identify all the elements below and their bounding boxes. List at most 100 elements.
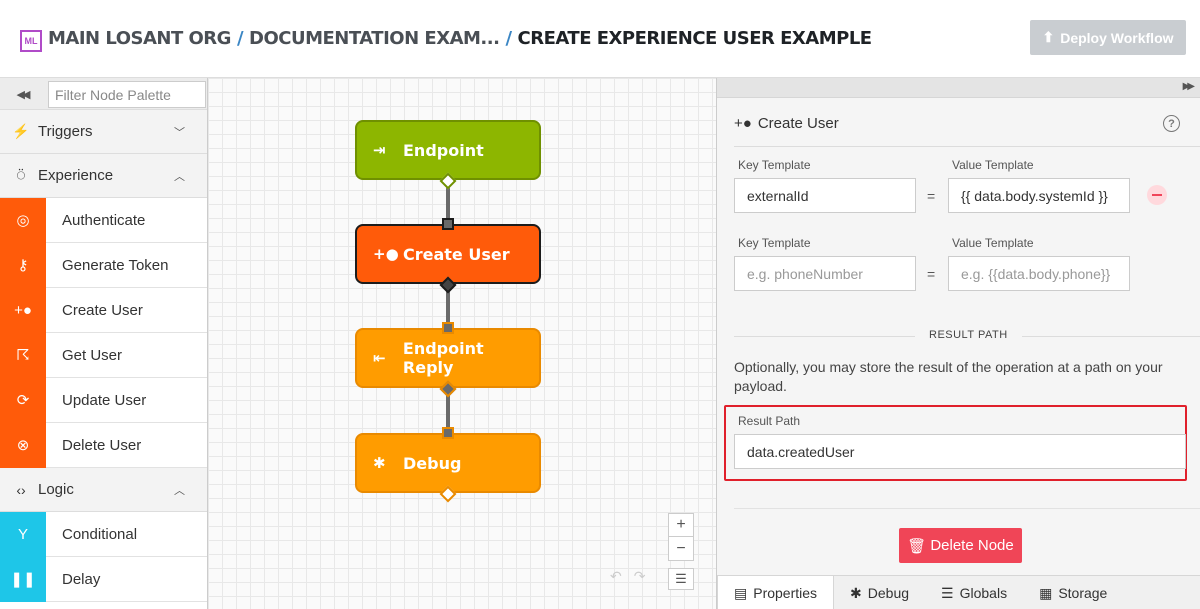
palette-node-generate-token[interactable]: ⚷ Generate Token <box>0 242 207 288</box>
category-experience[interactable]: ⍥ Experience ︿ <box>0 154 207 198</box>
zoom-out-button[interactable]: − <box>669 537 693 560</box>
user-plus-icon: +● <box>0 287 46 333</box>
trash-icon: 🗑 <box>907 537 927 555</box>
breadcrumb-separator: / <box>236 28 244 49</box>
palette-node-label: Delete User <box>62 436 142 454</box>
category-logic[interactable]: ‹› Logic ︿ <box>0 468 207 512</box>
workflow-node-label: Debug <box>403 453 462 473</box>
list-icon: ☰ <box>941 584 954 601</box>
breadcrumb: MAIN LOSANT ORG / DOCUMENTATION EXAM... … <box>48 28 872 49</box>
chevron-down-icon: ﹀ <box>174 127 185 139</box>
palette-toolbar: ◀◀ <box>0 78 207 110</box>
tab-storage[interactable]: ▦ Storage <box>1023 576 1123 609</box>
document-icon: ▤ <box>734 584 748 601</box>
palette-node-get-user[interactable]: ☈ Get User <box>0 332 207 378</box>
redo-icon[interactable]: ↷ <box>634 568 646 585</box>
palette-node-label: Generate Token <box>62 256 169 274</box>
panel-title-text: Create User <box>757 115 839 132</box>
workflow-node-endpoint-reply[interactable]: ⇤ Endpoint Reply <box>355 328 541 388</box>
key-template-input[interactable] <box>734 178 916 213</box>
key-template-label: Key Template <box>738 236 811 250</box>
chevron-up-icon: ︿ <box>174 171 185 183</box>
canvas-menu-icon[interactable]: ☰ <box>668 568 694 590</box>
help-icon[interactable]: ? <box>1163 115 1180 132</box>
category-label: Experience <box>38 167 114 184</box>
result-path-section-title: RESULT PATH <box>915 329 1022 341</box>
input-port[interactable] <box>442 427 454 439</box>
panel-toolbar: ▶▶ <box>717 78 1200 98</box>
remove-row-button[interactable] <box>1147 185 1167 205</box>
filter-node-palette-input[interactable] <box>48 81 206 108</box>
tab-properties[interactable]: ▤ Properties <box>717 576 835 609</box>
fingerprint-icon: ◎ <box>0 197 46 243</box>
palette-node-label: Authenticate <box>62 211 146 229</box>
category-label: Logic <box>38 481 74 498</box>
upload-icon: ⬆ <box>1042 29 1055 45</box>
tab-globals[interactable]: ☰ Globals <box>925 576 1023 609</box>
workflow-canvas[interactable]: ⇥ Endpoint +● Create User ⇤ Endpoint Rep… <box>208 78 716 609</box>
tab-label: Globals <box>959 585 1008 601</box>
palette-node-label: Conditional <box>62 525 138 543</box>
minus-icon <box>1152 194 1162 196</box>
expand-panel-icon[interactable]: ▶▶ <box>1183 81 1196 92</box>
key-template-input[interactable] <box>734 256 916 291</box>
input-port[interactable] <box>442 218 454 230</box>
node-palette: ◀◀ ⚡ Triggers ﹀ ⍥ Experience ︿ ◎ Authent… <box>0 78 208 609</box>
palette-node-update-user[interactable]: ⟳ Update User <box>0 377 207 423</box>
palette-node-authenticate[interactable]: ◎ Authenticate <box>0 197 207 243</box>
collapse-palette-icon[interactable]: ◀◀ <box>0 78 44 110</box>
palette-node-delete-user[interactable]: ⊗ Delete User <box>0 422 207 468</box>
value-template-input[interactable] <box>948 178 1130 213</box>
undo-icon[interactable]: ↶ <box>610 568 622 585</box>
bug-icon: ✱ <box>850 584 862 601</box>
breadcrumb-application[interactable]: DOCUMENTATION EXAM... <box>249 28 500 49</box>
result-path-input[interactable] <box>734 434 1186 469</box>
losant-logo[interactable]: ML <box>20 30 42 52</box>
pause-icon: ❚❚ <box>0 556 46 602</box>
walking-user-icon: ☈ <box>0 332 46 378</box>
category-label: Triggers <box>38 123 93 140</box>
code-icon: ‹› <box>16 481 26 498</box>
palette-node-conditional[interactable]: Y Conditional <box>0 511 207 557</box>
result-path-help: Optionally, you may store the result of … <box>734 359 1163 394</box>
user-plus-icon: +● <box>734 115 752 132</box>
workflow-node-create-user[interactable]: +● Create User <box>355 224 541 284</box>
value-template-label: Value Template <box>952 236 1034 250</box>
drop-icon: ⍥ <box>16 167 26 183</box>
value-template-input[interactable] <box>948 256 1130 291</box>
palette-node-label: Delay <box>62 570 101 588</box>
breadcrumb-separator: / <box>505 28 512 49</box>
input-port[interactable] <box>442 322 454 334</box>
delete-node-button[interactable]: 🗑 Delete Node <box>899 528 1022 563</box>
refresh-icon: ⟳ <box>0 377 46 423</box>
branch-icon: Y <box>0 511 46 557</box>
workflow-node-endpoint[interactable]: ⇥ Endpoint <box>355 120 541 180</box>
divider <box>734 146 1200 147</box>
equals-sign: = <box>927 188 936 204</box>
zoom-in-button[interactable]: + <box>669 514 693 537</box>
circle-x-icon: ⊗ <box>0 422 46 468</box>
deploy-workflow-button[interactable]: ⬆ Deploy Workflow <box>1030 20 1186 55</box>
workflow-node-label: Create User <box>403 244 510 264</box>
tab-label: Debug <box>867 585 910 601</box>
workflow-node-debug[interactable]: ✱ Debug <box>355 433 541 493</box>
user-plus-icon: +● <box>373 245 399 263</box>
palette-node-label: Update User <box>62 391 147 409</box>
tab-label: Properties <box>753 585 818 601</box>
category-triggers[interactable]: ⚡ Triggers ﹀ <box>0 110 207 154</box>
result-path-label: Result Path <box>738 414 801 428</box>
workflow-node-label: Endpoint <box>403 140 484 160</box>
reply-icon: ⇤ <box>373 349 386 367</box>
tab-label: Storage <box>1058 585 1108 601</box>
palette-node-create-user[interactable]: +● Create User <box>0 287 207 333</box>
palette-node-delay[interactable]: ❚❚ Delay <box>0 556 207 602</box>
breadcrumb-workflow: CREATE EXPERIENCE USER EXAMPLE <box>517 28 873 49</box>
breadcrumb-org[interactable]: MAIN LOSANT ORG <box>48 28 231 49</box>
zoom-controls: + − <box>668 513 694 561</box>
palette-node-label: Create User <box>62 301 143 319</box>
palette-node-label: Get User <box>62 346 123 364</box>
endpoint-icon: ⇥ <box>373 141 386 159</box>
tab-debug[interactable]: ✱ Debug <box>834 576 925 609</box>
key-template-label: Key Template <box>738 158 811 172</box>
undo-redo-controls: ↶ ↷ <box>610 568 645 585</box>
